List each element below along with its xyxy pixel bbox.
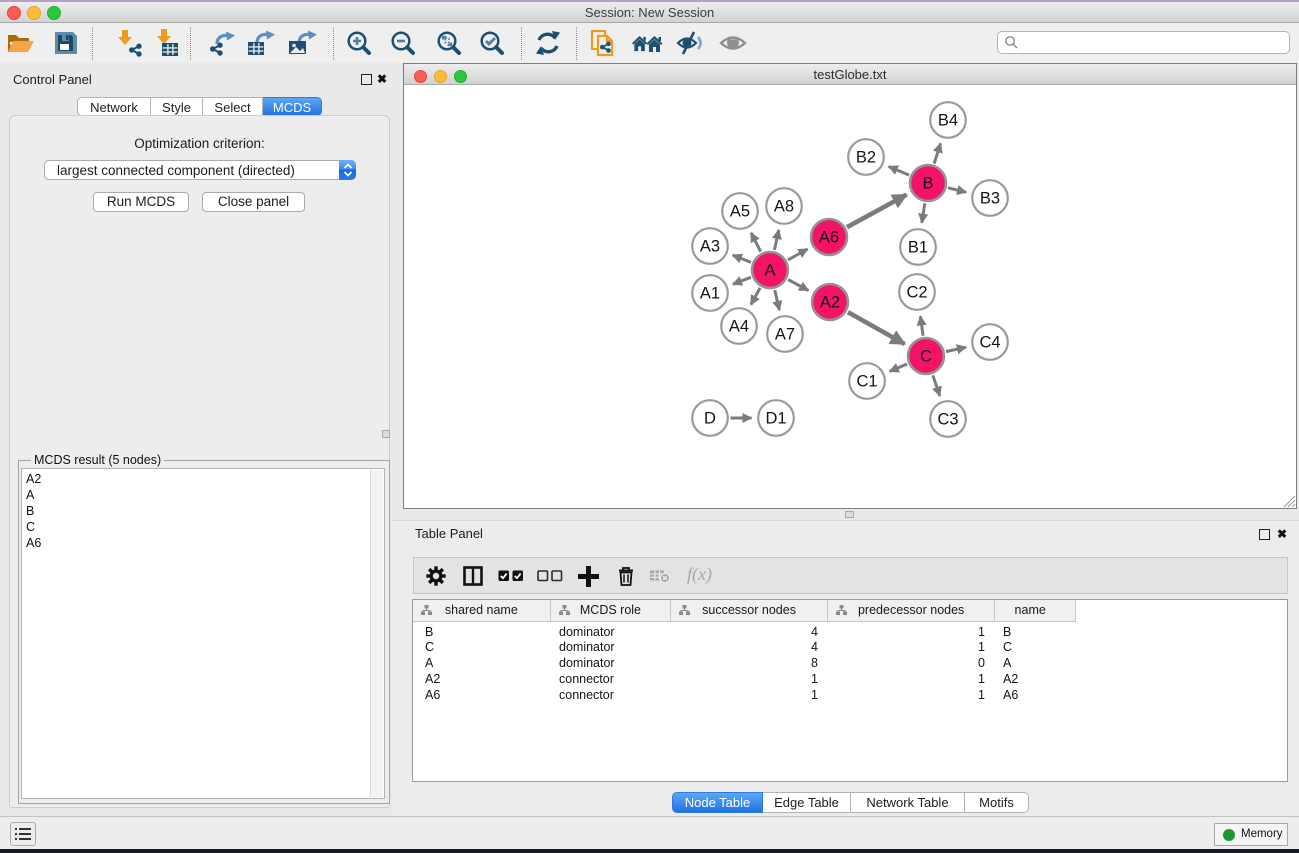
svg-text:B: B bbox=[922, 175, 933, 193]
svg-text:A8: A8 bbox=[774, 198, 794, 216]
svg-text:D: D bbox=[704, 410, 716, 428]
svg-text:A5: A5 bbox=[730, 203, 750, 221]
svg-text:B4: B4 bbox=[938, 112, 958, 130]
svg-text:C4: C4 bbox=[979, 334, 1000, 352]
svg-text:D1: D1 bbox=[765, 410, 786, 428]
svg-text:C: C bbox=[920, 348, 932, 366]
svg-text:A2: A2 bbox=[820, 294, 840, 312]
svg-text:B2: B2 bbox=[856, 149, 876, 167]
svg-text:C3: C3 bbox=[937, 411, 958, 429]
svg-text:A3: A3 bbox=[700, 238, 720, 256]
svg-text:C1: C1 bbox=[856, 373, 877, 391]
svg-text:B1: B1 bbox=[908, 239, 928, 257]
svg-text:C2: C2 bbox=[906, 284, 927, 302]
svg-text:A1: A1 bbox=[700, 285, 720, 303]
svg-text:A7: A7 bbox=[775, 326, 795, 344]
svg-text:A4: A4 bbox=[729, 318, 749, 336]
svg-text:A: A bbox=[764, 262, 775, 280]
svg-text:B3: B3 bbox=[980, 190, 1000, 208]
svg-text:A6: A6 bbox=[819, 229, 839, 247]
